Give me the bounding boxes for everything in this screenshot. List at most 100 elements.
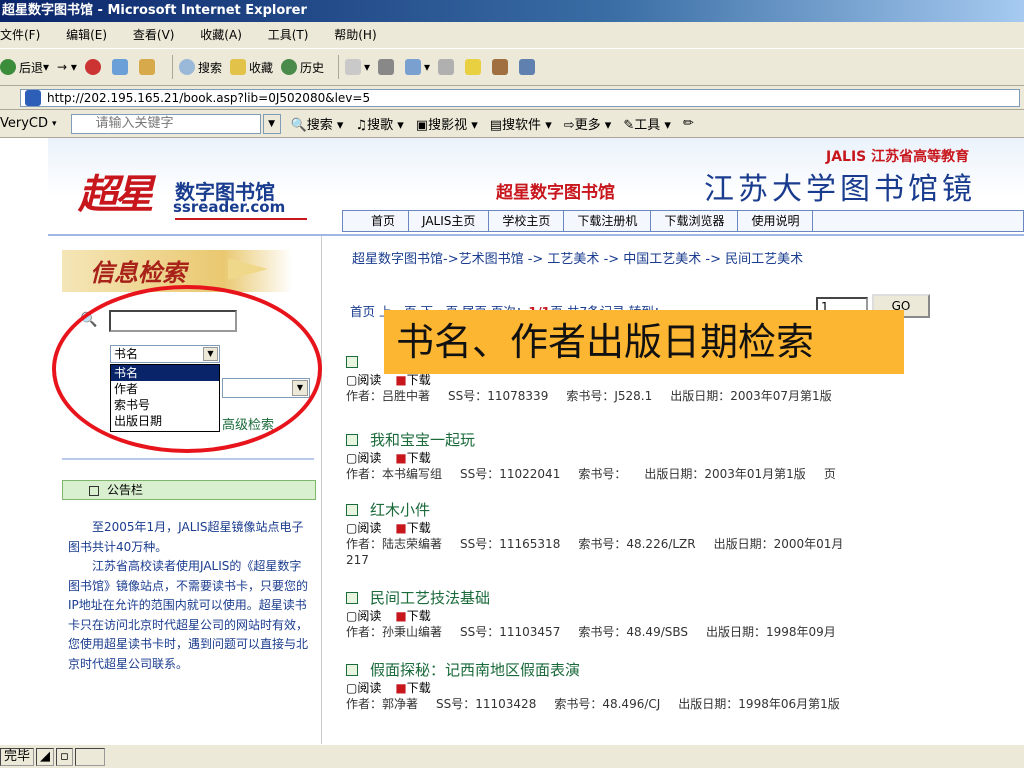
book-meta: 作者：孙秉山编著 SS号：11103457 索书号：48.49/SBS 出版日期：19… [346,625,836,639]
favorites-button[interactable]: 收藏 [229,59,273,76]
tools-button[interactable]: ✎工具 ▾ [623,114,671,133]
magnifier-icon [178,59,195,75]
edit-button[interactable]: ▾ [405,59,430,75]
menu-favorites[interactable]: 收藏(A) [200,28,242,42]
book-icon [346,592,358,604]
book-actions: ▢阅读 ■下载 [346,450,1024,466]
nav-download-browser[interactable]: 下载浏览器 [651,211,739,231]
stop-button[interactable] [84,59,104,75]
book-title[interactable]: 我和宝宝一起玩 [346,430,1024,450]
download-link[interactable]: ■下载 [395,609,430,623]
research-button[interactable] [492,59,511,75]
keyword-input[interactable]: 请输入关键字 [70,113,261,134]
nav-home[interactable]: 首页 [343,211,410,231]
search-toolbar-brand[interactable]: VeryCD [0,116,48,131]
book-icon [346,664,358,676]
book-meta-extra: 217 [346,553,369,567]
download-icon: ■ [395,609,407,623]
mirror-prefix: 超星数字图书馆 [496,183,615,203]
home-button[interactable] [138,59,158,75]
notice-paragraph: 江苏省高校读者使用JALIS的《超星数字图书馆》镜像站点，不需要读书卡，只要您的… [68,559,309,671]
book-title[interactable]: 假面探秘：记西南地区假面表演 [346,660,1024,680]
header-arrow-decoration [228,258,268,280]
refresh-button[interactable] [111,59,131,75]
book-title[interactable]: 民间工艺技法基础 [346,588,1024,608]
messenger-icon [465,59,482,75]
site-logo[interactable]: 超星 [78,162,154,220]
nav-jalis[interactable]: JALIS主页 [409,211,490,231]
nav-download-register[interactable]: 下载注册机 [564,211,652,231]
media-icon [519,59,536,75]
mail-icon [345,59,361,75]
read-link[interactable]: ▢阅读 [346,521,381,535]
read-link[interactable]: ▢阅读 [346,681,381,695]
download-link[interactable]: ■下载 [395,373,430,387]
book-meta: 作者：郭净著 SS号：11103428 索书号：48.496/CJ 出版日期：1998… [346,697,840,711]
messenger-button[interactable] [465,59,484,75]
brand-dropdown-icon[interactable]: ▾ [52,119,57,129]
notice-body: 至2005年1月，JALIS超星镜像站点电子图书共计40万种。 江苏省高校读者使… [68,518,312,674]
pencil-icon[interactable]: ✏ [683,116,694,131]
book-actions: ▢阅读 ■下载 [346,520,1024,536]
notice-paragraph: 至2005年1月，JALIS超星镜像站点电子图书共计40万种。 [68,520,304,554]
toolbar-divider [171,55,173,79]
search-software-button[interactable]: ▤搜软件 ▾ [490,114,552,133]
research-icon [492,59,509,75]
read-link[interactable]: ▢阅读 [346,451,381,465]
history-button[interactable]: 历史 [280,59,324,76]
download-link[interactable]: ■下载 [395,451,430,465]
download-icon: ■ [395,681,407,695]
search-toolbar: VeryCD ▾ 请输入关键字 ▼ 🔍搜索 ▾ ♫搜歌 ▾ ▣搜影视 ▾ ▤搜软件… [0,110,1024,138]
menu-tools[interactable]: 工具(T) [268,28,309,42]
stop-icon [84,59,101,75]
nav-help[interactable]: 使用说明 [738,211,814,231]
more-button[interactable]: ⇨更多 ▾ [564,114,612,133]
discuss-icon [438,59,455,75]
notice-header: 公告栏 [62,480,316,500]
address-bar: http://202.195.165.21/book.asp?lib=0J502… [0,86,1024,110]
nav-school[interactable]: 学校主页 [489,211,565,231]
download-icon: ■ [395,521,407,535]
jalis-banner-text: JALIS 江苏省高等教育 [826,149,970,165]
download-link[interactable]: ■下载 [395,521,430,535]
book-title[interactable]: 红木小件 [346,500,1024,520]
toolbar: 后退 ▾ → ▾ 搜索 收藏 历史 ▾ ▾ [0,48,1024,86]
forward-button[interactable]: → ▾ [57,60,77,74]
menu-edit[interactable]: 编辑(E) [66,28,107,42]
panel-divider [62,458,314,460]
read-link[interactable]: ▢阅读 [346,609,381,623]
search-music-button[interactable]: ♫搜歌 ▾ [355,114,403,133]
keyword-dropdown-button[interactable]: ▼ [262,113,281,134]
book-icon [346,434,358,446]
book-actions: ▢阅读 ■下载 [346,372,1024,388]
toolbar-divider [338,55,339,79]
status-zone-icon: ◢ [36,747,55,766]
media-button[interactable] [519,59,538,75]
read-link[interactable]: ▢阅读 [346,373,381,387]
download-link[interactable]: ■下载 [395,681,430,695]
discuss-button[interactable] [438,59,457,75]
address-input[interactable]: http://202.195.165.21/book.asp?lib=0J502… [20,88,1020,107]
menu-bar: 文件(F) 编辑(E) 查看(V) 收藏(A) 工具(T) 帮助(H) [0,22,1024,48]
logo-domain: ssreader.com [173,198,286,216]
breadcrumb[interactable]: 超星数字图书馆->艺术图书馆 -> 工艺美术 -> 中国工艺美术 -> 民间工艺… [352,248,803,267]
menu-help[interactable]: 帮助(H) [334,28,376,42]
print-button[interactable] [378,59,397,75]
search-web-button[interactable]: 🔍搜索 ▾ [291,114,344,133]
book-item: 我和宝宝一起玩 ▢阅读 ■下载 作者：本书编写组 SS号：11022041 索书号：出… [346,430,1024,482]
search-button[interactable]: 搜索 [178,59,222,76]
status-security-icon: ▫ [56,747,73,766]
web-content: 超星 数字图书馆 ssreader.com JALIS 江苏省高等教育 超星数字… [0,138,1024,744]
back-button[interactable]: 后退 ▾ [0,59,49,76]
banner-divider [48,234,1024,236]
info-search-title: 信息检索 [90,258,186,287]
home-icon [138,59,155,75]
mirror-title: 江苏大学图书馆镜 [704,172,976,207]
menu-file[interactable]: 文件(F) [0,28,40,42]
book-item: 假面探秘：记西南地区假面表演 ▢阅读 ■下载 作者：郭净著 SS号：11103428… [346,660,1024,712]
menu-view[interactable]: 查看(V) [133,28,175,42]
mail-button[interactable]: ▾ [345,59,370,75]
search-video-button[interactable]: ▣搜影视 ▾ [416,114,478,133]
book-item: 红木小件 ▢阅读 ■下载 作者：陆志荣编著 SS号：11165318 索书号：48.2… [346,500,1024,568]
book-actions: ▢阅读 ■下载 [346,680,1024,696]
